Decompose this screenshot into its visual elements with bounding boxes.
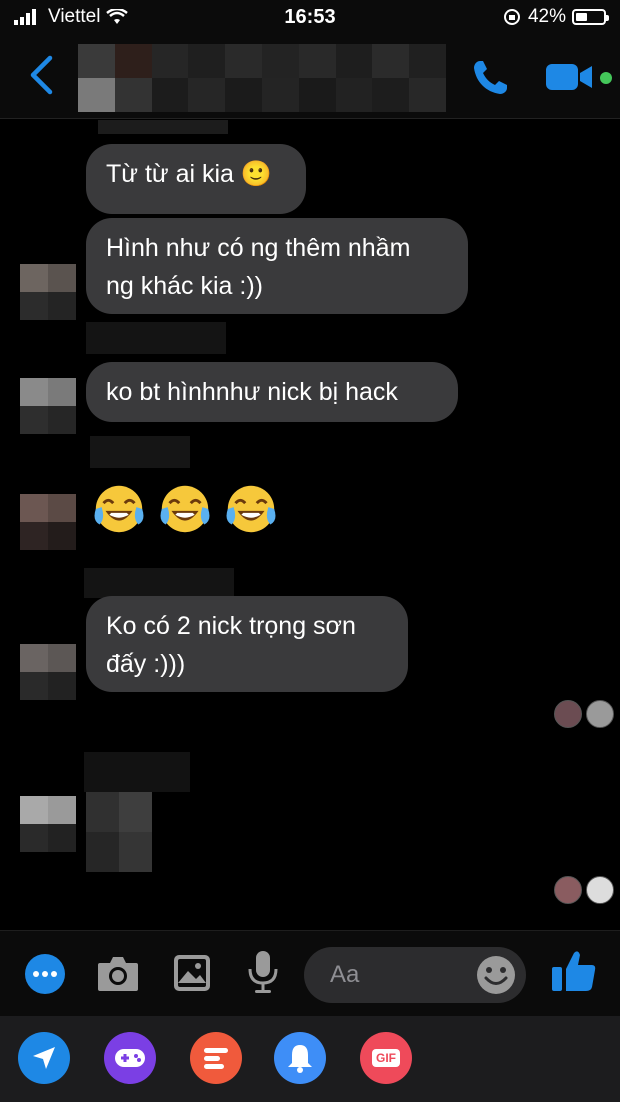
avatar[interactable] [20, 494, 76, 550]
online-status-dot [600, 72, 612, 84]
battery-icon [572, 9, 609, 25]
message-input-placeholder: Aa [330, 961, 360, 988]
avatar[interactable] [20, 378, 76, 434]
blurred-message [86, 792, 152, 872]
tears-of-joy-emoji-icon [156, 480, 214, 543]
more-options-icon[interactable] [24, 953, 66, 995]
bell-icon [288, 1045, 312, 1073]
seen-avatar [586, 700, 614, 728]
message-text: Từ từ ai kia 🙂 [106, 160, 273, 188]
blurred-timestamp [86, 322, 226, 354]
message-bubble[interactable]: Ko có 2 nick trọng sơn đấy :))) [86, 596, 408, 692]
message-text: Ko có 2 nick trọng sơn [106, 612, 356, 640]
camera-icon[interactable] [96, 953, 140, 993]
blurred-timestamp [84, 568, 234, 598]
status-bar: Viettel 16:53 42% [0, 0, 620, 36]
gallery-icon[interactable] [172, 953, 212, 993]
gif-app[interactable]: GIF [360, 1032, 412, 1084]
avatar[interactable] [20, 264, 76, 320]
contact-name-blurred[interactable] [78, 44, 446, 112]
polls-app[interactable] [190, 1032, 242, 1084]
message-text: ko bt hìnhnhư nick bị hack [106, 378, 398, 406]
message-text: Hình như có ng thêm nhầm [106, 234, 411, 262]
message-bubble[interactable]: Từ từ ai kia 🙂 [86, 144, 306, 214]
emoji-message[interactable] [90, 480, 280, 543]
seen-avatar [554, 876, 582, 904]
conversation-header [0, 36, 620, 119]
avatar[interactable] [20, 796, 76, 852]
blurred-timestamp [84, 752, 190, 792]
message-bubble[interactable]: ko bt hìnhnhư nick bị hack [86, 362, 458, 422]
location-app[interactable] [18, 1032, 70, 1084]
seen-avatar [586, 876, 614, 904]
message-bubble[interactable]: Hình như có ng thêm nhầm ng khác kia :)) [86, 218, 468, 314]
app-tray: GIF [0, 1016, 620, 1102]
back-chevron-icon[interactable] [28, 54, 54, 96]
reminders-app[interactable] [274, 1032, 326, 1084]
message-text: đấy :))) [106, 650, 186, 678]
avatar[interactable] [20, 644, 76, 700]
games-app[interactable] [104, 1032, 156, 1084]
seen-avatar [554, 700, 582, 728]
tears-of-joy-emoji-icon [222, 480, 280, 543]
battery-percent: 42% [527, 6, 566, 27]
composer-bar: Aa [0, 930, 620, 1017]
list-icon [204, 1048, 228, 1069]
gif-label: GIF [372, 1049, 400, 1067]
location-arrow-icon [33, 1047, 55, 1069]
gamepad-icon [115, 1049, 145, 1067]
blurred-timestamp [90, 436, 190, 468]
message-input[interactable]: Aa [304, 947, 526, 1003]
thumbs-up-icon[interactable] [550, 947, 598, 995]
video-call-icon[interactable] [546, 62, 594, 92]
emoji-picker-icon[interactable] [476, 955, 516, 995]
phone-icon[interactable] [470, 58, 510, 98]
tears-of-joy-emoji-icon [90, 480, 148, 543]
microphone-icon[interactable] [246, 949, 280, 995]
message-text: ng khác kia :)) [106, 272, 264, 300]
blurred-timestamp [98, 120, 228, 134]
orientation-lock-icon [503, 9, 520, 25]
